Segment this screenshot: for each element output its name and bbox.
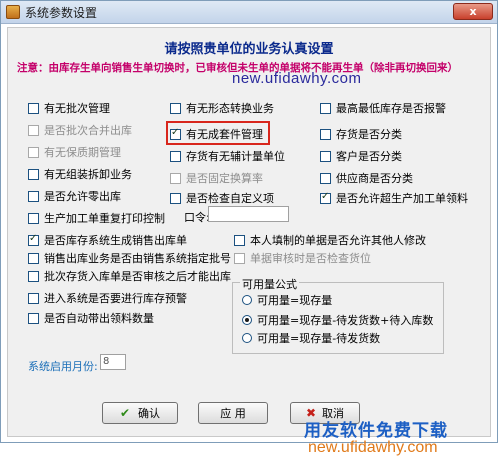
- watermark-brand: 用友软件免费下载: [304, 421, 448, 441]
- checkbox-icon[interactable]: [28, 212, 39, 224]
- checkbox-icon: [28, 146, 39, 158]
- checkbox-label: 批次存货入库单是否审核之后才能出库: [44, 270, 231, 283]
- confirm-button[interactable]: ✔ 确认: [102, 402, 178, 424]
- apply-button[interactable]: 应 用: [198, 402, 268, 424]
- checkbox-label: 是否自动带出领料数量: [44, 312, 154, 325]
- password-input[interactable]: [208, 206, 289, 222]
- radio-label: 可用量=现存量-待发货数+待入库数: [257, 314, 434, 327]
- checkbox-icon: [234, 252, 245, 264]
- option-col2-6: 单据审核时是否检查货位: [234, 250, 371, 266]
- option-col3-1[interactable]: 存货是否分类: [320, 126, 402, 142]
- checkbox-label: 是否批次合并出库: [44, 124, 132, 137]
- checkbox-icon[interactable]: [28, 270, 39, 282]
- checkbox-label: 有无形态转换业务: [186, 102, 274, 115]
- watermark-url-bottom: new.ufidawhy.com: [308, 439, 438, 456]
- radio-icon[interactable]: [242, 333, 252, 343]
- option-col2-1[interactable]: 有无成套件管理: [170, 126, 263, 142]
- app-icon: [6, 5, 20, 19]
- checkbox-label: 是否检查自定义项: [186, 192, 274, 205]
- option-col2-4[interactable]: 是否检查自定义项: [170, 190, 274, 206]
- option-col1-4[interactable]: 是否允许零出库: [28, 188, 121, 204]
- formula-radio-2[interactable]: 可用量=现存量-待发货数: [242, 330, 380, 346]
- checkbox-label: 供应商是否分类: [336, 172, 413, 185]
- checkbox-label: 销售出库业务是否由销售系统指定批号: [44, 252, 231, 265]
- settings-dialog: 系统参数设置 x 请按照贵单位的业务认真设置 注意：由库存生单向销售生单切换时，…: [0, 0, 498, 456]
- option-col2-5[interactable]: 本人填制的单据是否允许其他人修改: [234, 232, 426, 248]
- option-col1-0[interactable]: 有无批次管理: [28, 100, 110, 116]
- checkbox-icon[interactable]: [28, 312, 39, 324]
- checkbox-label: 存货有无辅计量单位: [186, 150, 285, 163]
- formula-radio-0[interactable]: 可用量=现存量: [242, 292, 332, 308]
- checkbox-icon[interactable]: [28, 190, 39, 202]
- checkbox-label: 进入系统是否要进行库存预警: [44, 292, 187, 305]
- option-col3-0[interactable]: 最高最低库存是否报警: [320, 100, 446, 116]
- apply-button-label: 应 用: [220, 407, 246, 420]
- option-col1-7[interactable]: 销售出库业务是否由销售系统指定批号: [28, 250, 231, 266]
- checkbox-icon: [170, 172, 181, 184]
- title-bar: 系统参数设置 x: [1, 1, 497, 24]
- checkbox-label: 是否库存系统生成销售出库单: [44, 234, 187, 247]
- checkbox-label: 是否固定换算率: [186, 172, 263, 185]
- checkbox-label: 存货是否分类: [336, 128, 402, 141]
- available-formula-title: 可用量公式: [240, 276, 299, 292]
- check-icon: ✔: [119, 406, 131, 420]
- option-col2-2[interactable]: 存货有无辅计量单位: [170, 148, 285, 164]
- checkbox-icon[interactable]: [320, 128, 331, 140]
- checkbox-icon[interactable]: [28, 102, 39, 114]
- checkbox-icon[interactable]: [170, 102, 181, 114]
- checkbox-icon[interactable]: [320, 102, 331, 114]
- option-col1-10[interactable]: 是否自动带出领料数量: [28, 310, 154, 326]
- checkbox-label: 本人填制的单据是否允许其他人修改: [250, 234, 426, 247]
- checkbox-icon[interactable]: [234, 234, 245, 246]
- option-col1-1: 是否批次合并出库: [28, 122, 132, 138]
- checkbox-icon[interactable]: [320, 172, 331, 184]
- option-col1-8[interactable]: 批次存货入库单是否审核之后才能出库: [28, 268, 231, 284]
- option-col1-9[interactable]: 进入系统是否要进行库存预警: [28, 290, 187, 306]
- option-col3-3[interactable]: 供应商是否分类: [320, 170, 413, 186]
- checkbox-icon[interactable]: [170, 127, 181, 140]
- checkbox-icon[interactable]: [320, 191, 331, 204]
- checkbox-label: 是否允许超生产加工单领料: [336, 192, 468, 205]
- checkbox-label: 有无成套件管理: [186, 128, 263, 141]
- checkbox-icon[interactable]: [170, 192, 181, 204]
- start-month-input[interactable]: 8: [100, 354, 126, 370]
- watermark-url-top: new.ufidawhy.com: [232, 70, 362, 87]
- checkbox-icon[interactable]: [28, 233, 39, 246]
- option-col2-0[interactable]: 有无形态转换业务: [170, 100, 274, 116]
- radio-label: 可用量=现存量: [257, 294, 333, 307]
- confirm-button-label: 确认: [138, 407, 161, 420]
- checkbox-label: 是否允许零出库: [44, 190, 121, 203]
- radio-icon[interactable]: [242, 315, 252, 325]
- checkbox-icon[interactable]: [28, 292, 39, 304]
- checkbox-icon[interactable]: [28, 252, 39, 264]
- option-col3-2[interactable]: 客户是否分类: [320, 148, 402, 164]
- close-button[interactable]: x: [453, 3, 493, 20]
- checkbox-icon: [28, 124, 39, 136]
- checkbox-icon[interactable]: [28, 168, 39, 180]
- radio-icon[interactable]: [242, 295, 252, 305]
- window-title: 系统参数设置: [25, 6, 98, 20]
- option-col3-4[interactable]: 是否允许超生产加工单领料: [320, 190, 468, 206]
- checkbox-label: 有无组装拆卸业务: [44, 168, 132, 181]
- checkbox-label: 生产加工单重复打印控制: [44, 212, 165, 225]
- page-title: 请按照贵单位的业务认真设置: [164, 42, 334, 57]
- option-col2-3: 是否固定换算率: [170, 170, 263, 186]
- dialog-content: 请按照贵单位的业务认真设置 注意：由库存生单向销售生单切换时，已审核但未生单的单…: [7, 27, 491, 456]
- checkbox-icon[interactable]: [320, 150, 331, 162]
- start-month-label: 系统启用月份:: [28, 360, 98, 373]
- option-col1-6[interactable]: 是否库存系统生成销售出库单: [28, 232, 187, 248]
- checkbox-label: 最高最低库存是否报警: [336, 102, 446, 115]
- checkbox-icon[interactable]: [170, 150, 181, 162]
- option-col1-5[interactable]: 生产加工单重复打印控制: [28, 210, 165, 226]
- checkbox-label: 有无保质期管理: [44, 146, 121, 159]
- formula-radio-1[interactable]: 可用量=现存量-待发货数+待入库数: [242, 312, 433, 328]
- checkbox-label: 单据审核时是否检查货位: [250, 252, 371, 265]
- option-col1-3[interactable]: 有无组装拆卸业务: [28, 166, 132, 182]
- password-label: 口令:: [184, 211, 210, 224]
- checkbox-label: 有无批次管理: [44, 102, 110, 115]
- radio-label: 可用量=现存量-待发货数: [257, 332, 381, 345]
- option-col1-2: 有无保质期管理: [28, 144, 121, 160]
- checkbox-label: 客户是否分类: [336, 150, 402, 163]
